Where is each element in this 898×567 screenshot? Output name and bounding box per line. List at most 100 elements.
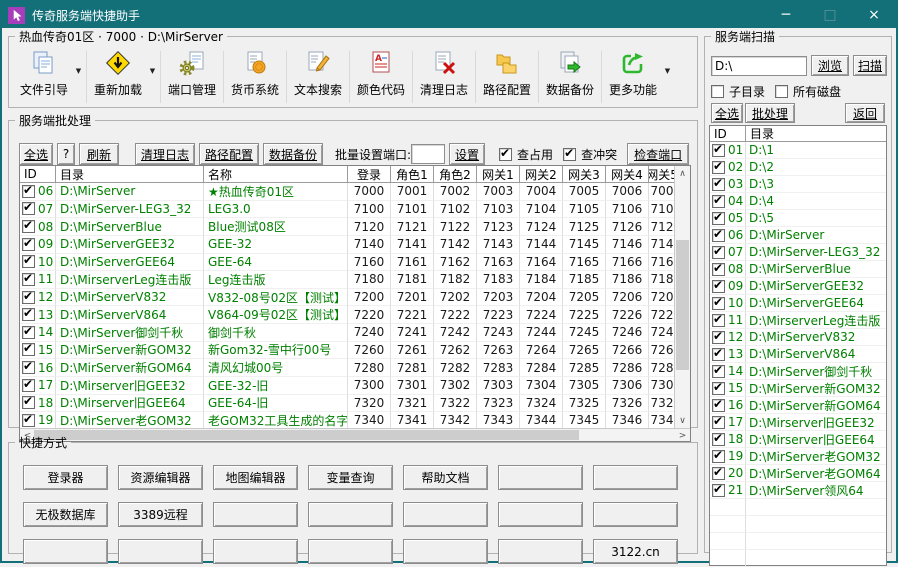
scan-table-row[interactable]: 02D:\2 — [710, 159, 886, 176]
row-checkbox[interactable] — [22, 379, 35, 392]
scan-table-row[interactable]: 19D:\MirServer老GOM32 — [710, 448, 886, 465]
scan-path-input[interactable] — [711, 56, 807, 76]
batch-table-row[interactable]: 10D:\MirServerGEE64GEE-64716071617162716… — [20, 254, 675, 272]
row-checkbox[interactable] — [22, 220, 35, 233]
toolbar-more-functions[interactable]: 更多功能 — [604, 49, 662, 98]
shortcut-button-empty[interactable] — [498, 502, 583, 527]
minimize-button[interactable]: ─ — [764, 2, 808, 28]
row-checkbox[interactable] — [712, 263, 725, 276]
batch-data-backup-button[interactable]: 数据备份 — [263, 143, 323, 165]
shortcut-button-empty[interactable] — [118, 539, 203, 564]
batch-refresh-button[interactable]: 刷新 — [79, 143, 119, 165]
row-checkbox[interactable] — [22, 361, 35, 374]
shortcut-button[interactable]: 地图编辑器 — [213, 465, 298, 490]
row-checkbox[interactable] — [712, 144, 725, 157]
row-checkbox[interactable] — [712, 450, 725, 463]
check-occupied-checkbox[interactable] — [499, 148, 512, 161]
shortcut-button-empty[interactable] — [213, 502, 298, 527]
shortcut-button-empty[interactable] — [403, 502, 488, 527]
row-checkbox[interactable] — [22, 343, 35, 356]
shortcut-button-empty[interactable] — [403, 539, 488, 564]
scan-table-row[interactable]: 08D:\MirServerBlue — [710, 261, 886, 278]
row-checkbox[interactable] — [22, 291, 35, 304]
batch-path-config-button[interactable]: 路径配置 — [199, 143, 259, 165]
row-checkbox[interactable] — [712, 314, 725, 327]
batch-table-row[interactable]: 11D:\MirserverLeg连击版Leg连击版71807181718271… — [20, 271, 675, 289]
scan-table-row[interactable]: 16D:\MirServer新GOM64 — [710, 397, 886, 414]
scroll-down-arrow[interactable]: ∨ — [675, 413, 690, 428]
scan-table-row[interactable]: 12D:\MirServerV832 — [710, 329, 886, 346]
row-checkbox[interactable] — [712, 416, 725, 429]
row-checkbox[interactable] — [712, 212, 725, 225]
row-checkbox[interactable] — [712, 331, 725, 344]
batch-table-row[interactable]: 06D:\MirServer★热血传奇01区700070017002700370… — [20, 183, 675, 201]
row-checkbox[interactable] — [22, 238, 35, 251]
row-checkbox[interactable] — [22, 273, 35, 286]
batch-select-all-button[interactable]: 全选 — [19, 143, 53, 165]
batch-table-row[interactable]: 13D:\MirServerV864V864-09号02区【测试】7220722… — [20, 306, 675, 324]
shortcut-button-empty[interactable] — [593, 465, 678, 490]
row-checkbox[interactable] — [712, 484, 725, 497]
scan-table-row[interactable]: 10D:\MirServerGEE64 — [710, 295, 886, 312]
batch-table-row[interactable]: 19D:\MirServer老GOM32老GOM32工具生成的名字7340734… — [20, 412, 675, 428]
batch-table-row[interactable]: 12D:\MirServerV832V832-08号02区【测试】7200720… — [20, 289, 675, 307]
shortcut-button[interactable]: 资源编辑器 — [118, 465, 203, 490]
vertical-scroll-thumb[interactable] — [676, 240, 689, 370]
batch-table-row[interactable]: 08D:\MirServerBlueBlue测试08区7120712171227… — [20, 218, 675, 236]
shortcut-button[interactable]: 变量查询 — [308, 465, 393, 490]
row-checkbox[interactable] — [22, 396, 35, 409]
scan-table-row[interactable]: 03D:\3 — [710, 176, 886, 193]
row-checkbox[interactable] — [712, 280, 725, 293]
toolbar-currency[interactable]: 货币系统 — [226, 49, 284, 98]
row-checkbox[interactable] — [712, 365, 725, 378]
shortcut-button[interactable]: 登录器 — [23, 465, 108, 490]
batch-table-row[interactable]: 17D:\Mirserver旧GEE32GEE-32-旧730073017302… — [20, 377, 675, 395]
row-checkbox[interactable] — [22, 255, 35, 268]
toolbar-reload[interactable]: 重新加载 — [89, 49, 147, 98]
file-guide-dropdown-arrow[interactable]: ▼ — [73, 49, 84, 75]
scan-table-row[interactable]: 04D:\4 — [710, 193, 886, 210]
vertical-scrollbar[interactable]: ∧ ∨ — [674, 166, 690, 428]
row-checkbox[interactable] — [712, 297, 725, 310]
row-checkbox[interactable] — [712, 195, 725, 208]
batch-help-button[interactable]: ? — [57, 143, 75, 165]
reload-dropdown-arrow[interactable]: ▼ — [147, 49, 158, 75]
shortcut-button-empty[interactable] — [498, 539, 583, 564]
alldisk-checkbox[interactable] — [775, 85, 788, 98]
scan-button[interactable]: 扫描 — [853, 55, 887, 76]
shortcut-button-empty[interactable] — [308, 539, 393, 564]
toolbar-color-code[interactable]: A 颜色代码 — [352, 49, 410, 98]
shortcut-button-empty[interactable] — [213, 539, 298, 564]
toolbar-file-guide[interactable]: 文件引导 — [15, 49, 73, 98]
row-checkbox[interactable] — [22, 185, 35, 198]
scan-table-row[interactable]: 06D:\MirServer — [710, 227, 886, 244]
more-functions-dropdown-arrow[interactable]: ▼ — [662, 49, 673, 75]
row-checkbox[interactable] — [712, 399, 725, 412]
port-batch-input[interactable] — [411, 144, 445, 164]
scroll-up-arrow[interactable]: ∧ — [675, 166, 690, 181]
toolbar-path-config[interactable]: 路径配置 — [478, 49, 536, 98]
row-checkbox[interactable] — [712, 246, 725, 259]
check-ports-button[interactable]: 检查端口 — [627, 143, 689, 165]
scan-table-row[interactable]: 13D:\MirServerV864 — [710, 346, 886, 363]
shortcut-button-empty[interactable] — [308, 502, 393, 527]
row-checkbox[interactable] — [712, 348, 725, 361]
subdir-checkbox[interactable] — [711, 85, 724, 98]
scan-table-row[interactable]: 05D:\5 — [710, 210, 886, 227]
toolbar-port-manage[interactable]: 端口管理 — [163, 49, 221, 98]
batch-table-row[interactable]: 16D:\MirServer新GOM64清风幻城00号7280728172827… — [20, 359, 675, 377]
row-checkbox[interactable] — [712, 433, 725, 446]
scan-table-row[interactable]: 07D:\MirServer-LEG3_32 — [710, 244, 886, 261]
row-checkbox[interactable] — [712, 161, 725, 174]
scan-table-row[interactable]: 17D:\Mirserver旧GEE32 — [710, 414, 886, 431]
check-conflict-checkbox[interactable] — [563, 148, 576, 161]
scan-table-row[interactable]: 11D:\MirserverLeg连击版 — [710, 312, 886, 329]
scan-table-row[interactable]: 21D:\MirServer领风64 — [710, 482, 886, 499]
scan-table-row[interactable]: 09D:\MirServerGEE32 — [710, 278, 886, 295]
scan-back-button[interactable]: 返回 — [845, 103, 885, 123]
batch-table-row[interactable]: 18D:\Mirserver旧GEE64GEE-64-旧732073217322… — [20, 395, 675, 413]
scan-select-all-button[interactable]: 全选 — [711, 103, 743, 123]
row-checkbox[interactable] — [712, 229, 725, 242]
toolbar-text-search[interactable]: 文本搜索 — [289, 49, 347, 98]
shortcut-button-empty[interactable] — [593, 502, 678, 527]
